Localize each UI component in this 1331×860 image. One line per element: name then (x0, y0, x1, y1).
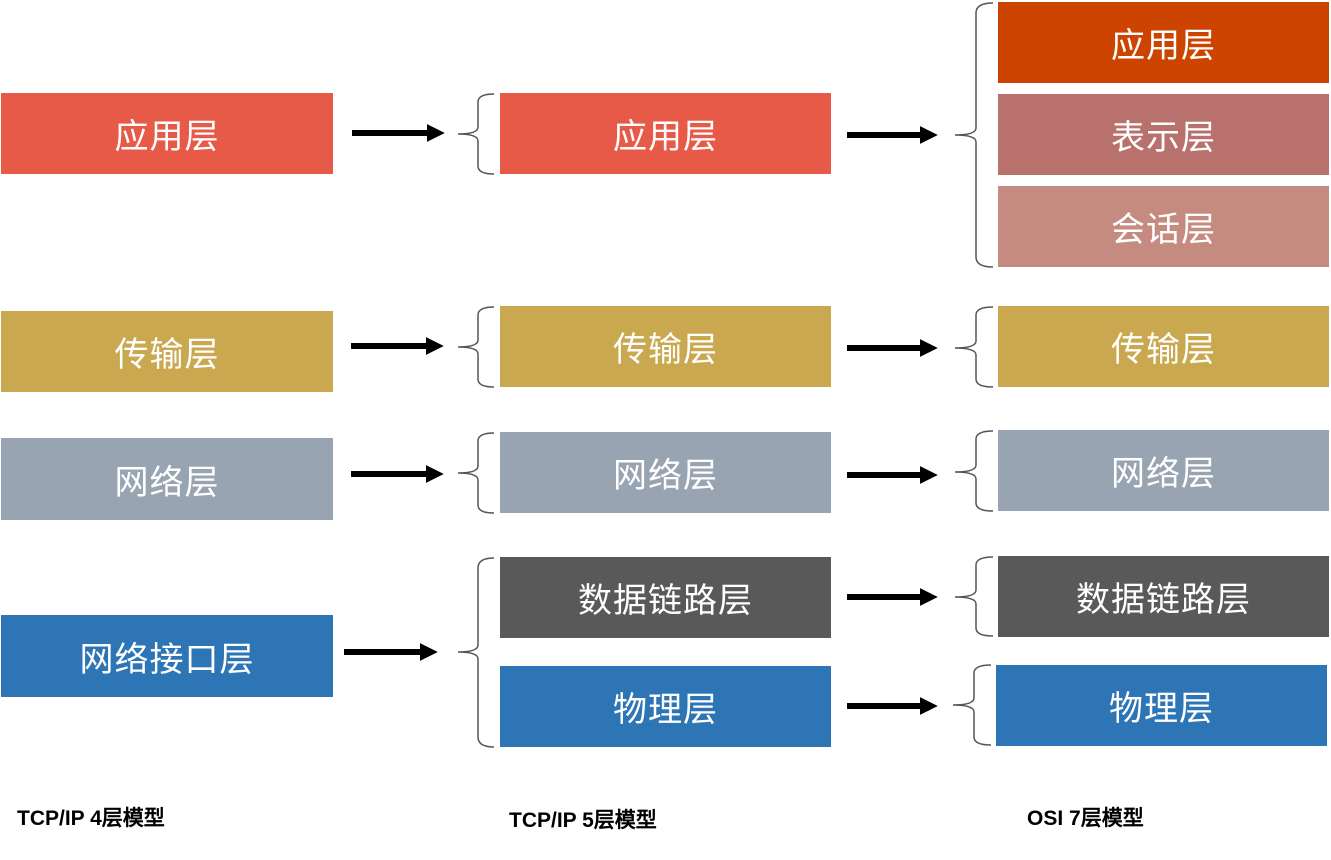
brace-5-transport (457, 306, 495, 388)
brace-5-network-interface (457, 557, 495, 748)
brace-7-datalink (954, 556, 994, 637)
connectors (344, 2, 994, 748)
brace-7-application (954, 2, 994, 268)
brace-7-network (954, 430, 994, 512)
brace-5-application (457, 93, 495, 175)
tcpip4-caption: TCP/IP 4层模型 (17, 807, 165, 830)
brace-7-transport (954, 306, 994, 388)
tcpip5-caption: TCP/IP 5层模型 (509, 809, 657, 832)
osi7-caption: OSI 7层模型 (1027, 807, 1144, 830)
brace-7-physical (952, 664, 992, 746)
brace-5-network (457, 432, 495, 514)
